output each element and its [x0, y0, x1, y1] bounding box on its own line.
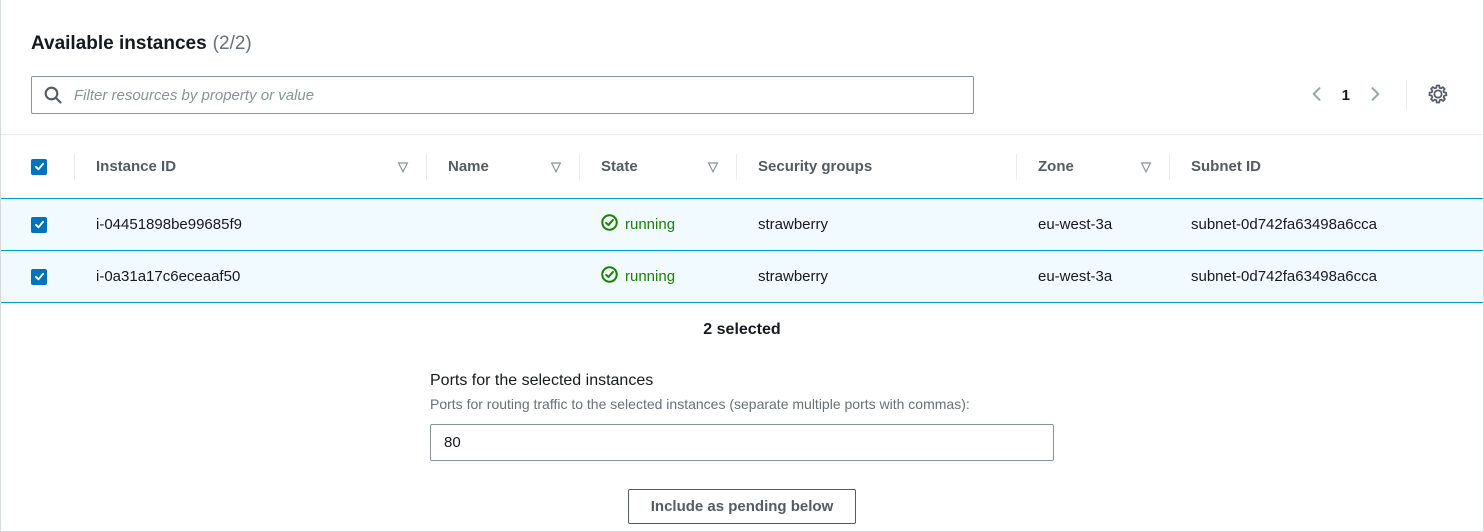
toolbar-divider: [1406, 80, 1407, 110]
panel-title-text: Available instances: [31, 33, 207, 54]
row-checkbox[interactable]: [31, 269, 47, 285]
ports-input[interactable]: [430, 424, 1054, 461]
include-as-pending-button[interactable]: Include as pending below: [628, 489, 857, 524]
toolbar-right: 1: [1300, 78, 1455, 112]
status-running-icon: [601, 266, 618, 287]
selection-summary: 2 selected: [1, 321, 1483, 339]
cell-security-groups: strawberry: [736, 251, 1016, 302]
table-header-row: Instance ID ▽ Name ▽ State ▽ Security gr…: [1, 134, 1483, 198]
cell-zone: eu-west-3a: [1016, 199, 1169, 250]
sort-icon[interactable]: ▽: [398, 159, 408, 175]
cell-instance-id: i-04451898be99685f9: [74, 199, 426, 250]
header-cell-security-groups: Security groups: [736, 135, 1016, 198]
row-checkbox-cell: [1, 199, 74, 250]
row-checkbox-cell: [1, 251, 74, 302]
sort-icon[interactable]: ▽: [708, 159, 718, 175]
filter-box: [31, 76, 974, 114]
available-instances-panel: Available instances (2/2) 1: [0, 0, 1484, 532]
column-label: Name: [448, 158, 489, 175]
cell-security-groups: strawberry: [736, 199, 1016, 250]
cell-subnet-id: subnet-0d742fa63498a6cca: [1169, 251, 1483, 302]
pagination-current-page[interactable]: 1: [1334, 87, 1358, 104]
column-label: Security groups: [758, 158, 872, 175]
instances-table: Instance ID ▽ Name ▽ State ▽ Security gr…: [1, 134, 1483, 303]
ports-description: Ports for routing traffic to the selecte…: [430, 396, 1054, 412]
cell-state: running: [579, 199, 736, 250]
state-text: running: [625, 216, 675, 233]
chevron-left-icon: [1307, 84, 1327, 107]
ports-label: Ports for the selected instances: [430, 372, 1054, 390]
search-icon: [43, 85, 63, 105]
pagination-next-button[interactable]: [1358, 78, 1392, 112]
filter-input[interactable]: [31, 76, 974, 114]
select-all-checkbox[interactable]: [31, 159, 47, 175]
header-cell-name[interactable]: Name ▽: [426, 135, 579, 198]
state-text: running: [625, 268, 675, 285]
instance-count: (2/2): [213, 33, 252, 54]
cell-name: [426, 199, 579, 250]
header-cell-state[interactable]: State ▽: [579, 135, 736, 198]
sort-icon[interactable]: ▽: [551, 159, 561, 175]
row-checkbox[interactable]: [31, 217, 47, 233]
cell-state: running: [579, 251, 736, 302]
column-label: Subnet ID: [1191, 158, 1261, 175]
gear-icon: [1427, 83, 1449, 108]
header-cell-select-all: [1, 135, 74, 198]
chevron-right-icon: [1365, 84, 1385, 107]
pagination-prev-button[interactable]: [1300, 78, 1334, 112]
header-cell-zone[interactable]: Zone ▽: [1016, 135, 1169, 198]
cell-subnet-id: subnet-0d742fa63498a6cca: [1169, 199, 1483, 250]
column-label: Instance ID: [96, 158, 176, 175]
status-running-icon: [601, 214, 618, 235]
page-title: Available instances (2/2): [31, 28, 252, 55]
ports-form: Ports for the selected instances Ports f…: [430, 372, 1054, 461]
table-row[interactable]: i-0a31a17c6eceaaf50 running strawberry e…: [1, 250, 1483, 303]
column-label: State: [601, 158, 638, 175]
button-row: Include as pending below: [1, 489, 1483, 524]
cell-name: [426, 251, 579, 302]
table-row[interactable]: i-04451898be99685f9 running strawberry e…: [1, 198, 1483, 251]
cell-instance-id: i-0a31a17c6eceaaf50: [74, 251, 426, 302]
column-label: Zone: [1038, 158, 1074, 175]
settings-button[interactable]: [1421, 78, 1455, 112]
cell-zone: eu-west-3a: [1016, 251, 1169, 302]
toolbar: 1: [31, 76, 1455, 114]
sort-icon[interactable]: ▽: [1141, 159, 1151, 175]
panel-header: Available instances (2/2): [31, 28, 1453, 56]
header-cell-instance-id[interactable]: Instance ID ▽: [74, 135, 426, 198]
header-cell-subnet-id: Subnet ID: [1169, 135, 1483, 198]
